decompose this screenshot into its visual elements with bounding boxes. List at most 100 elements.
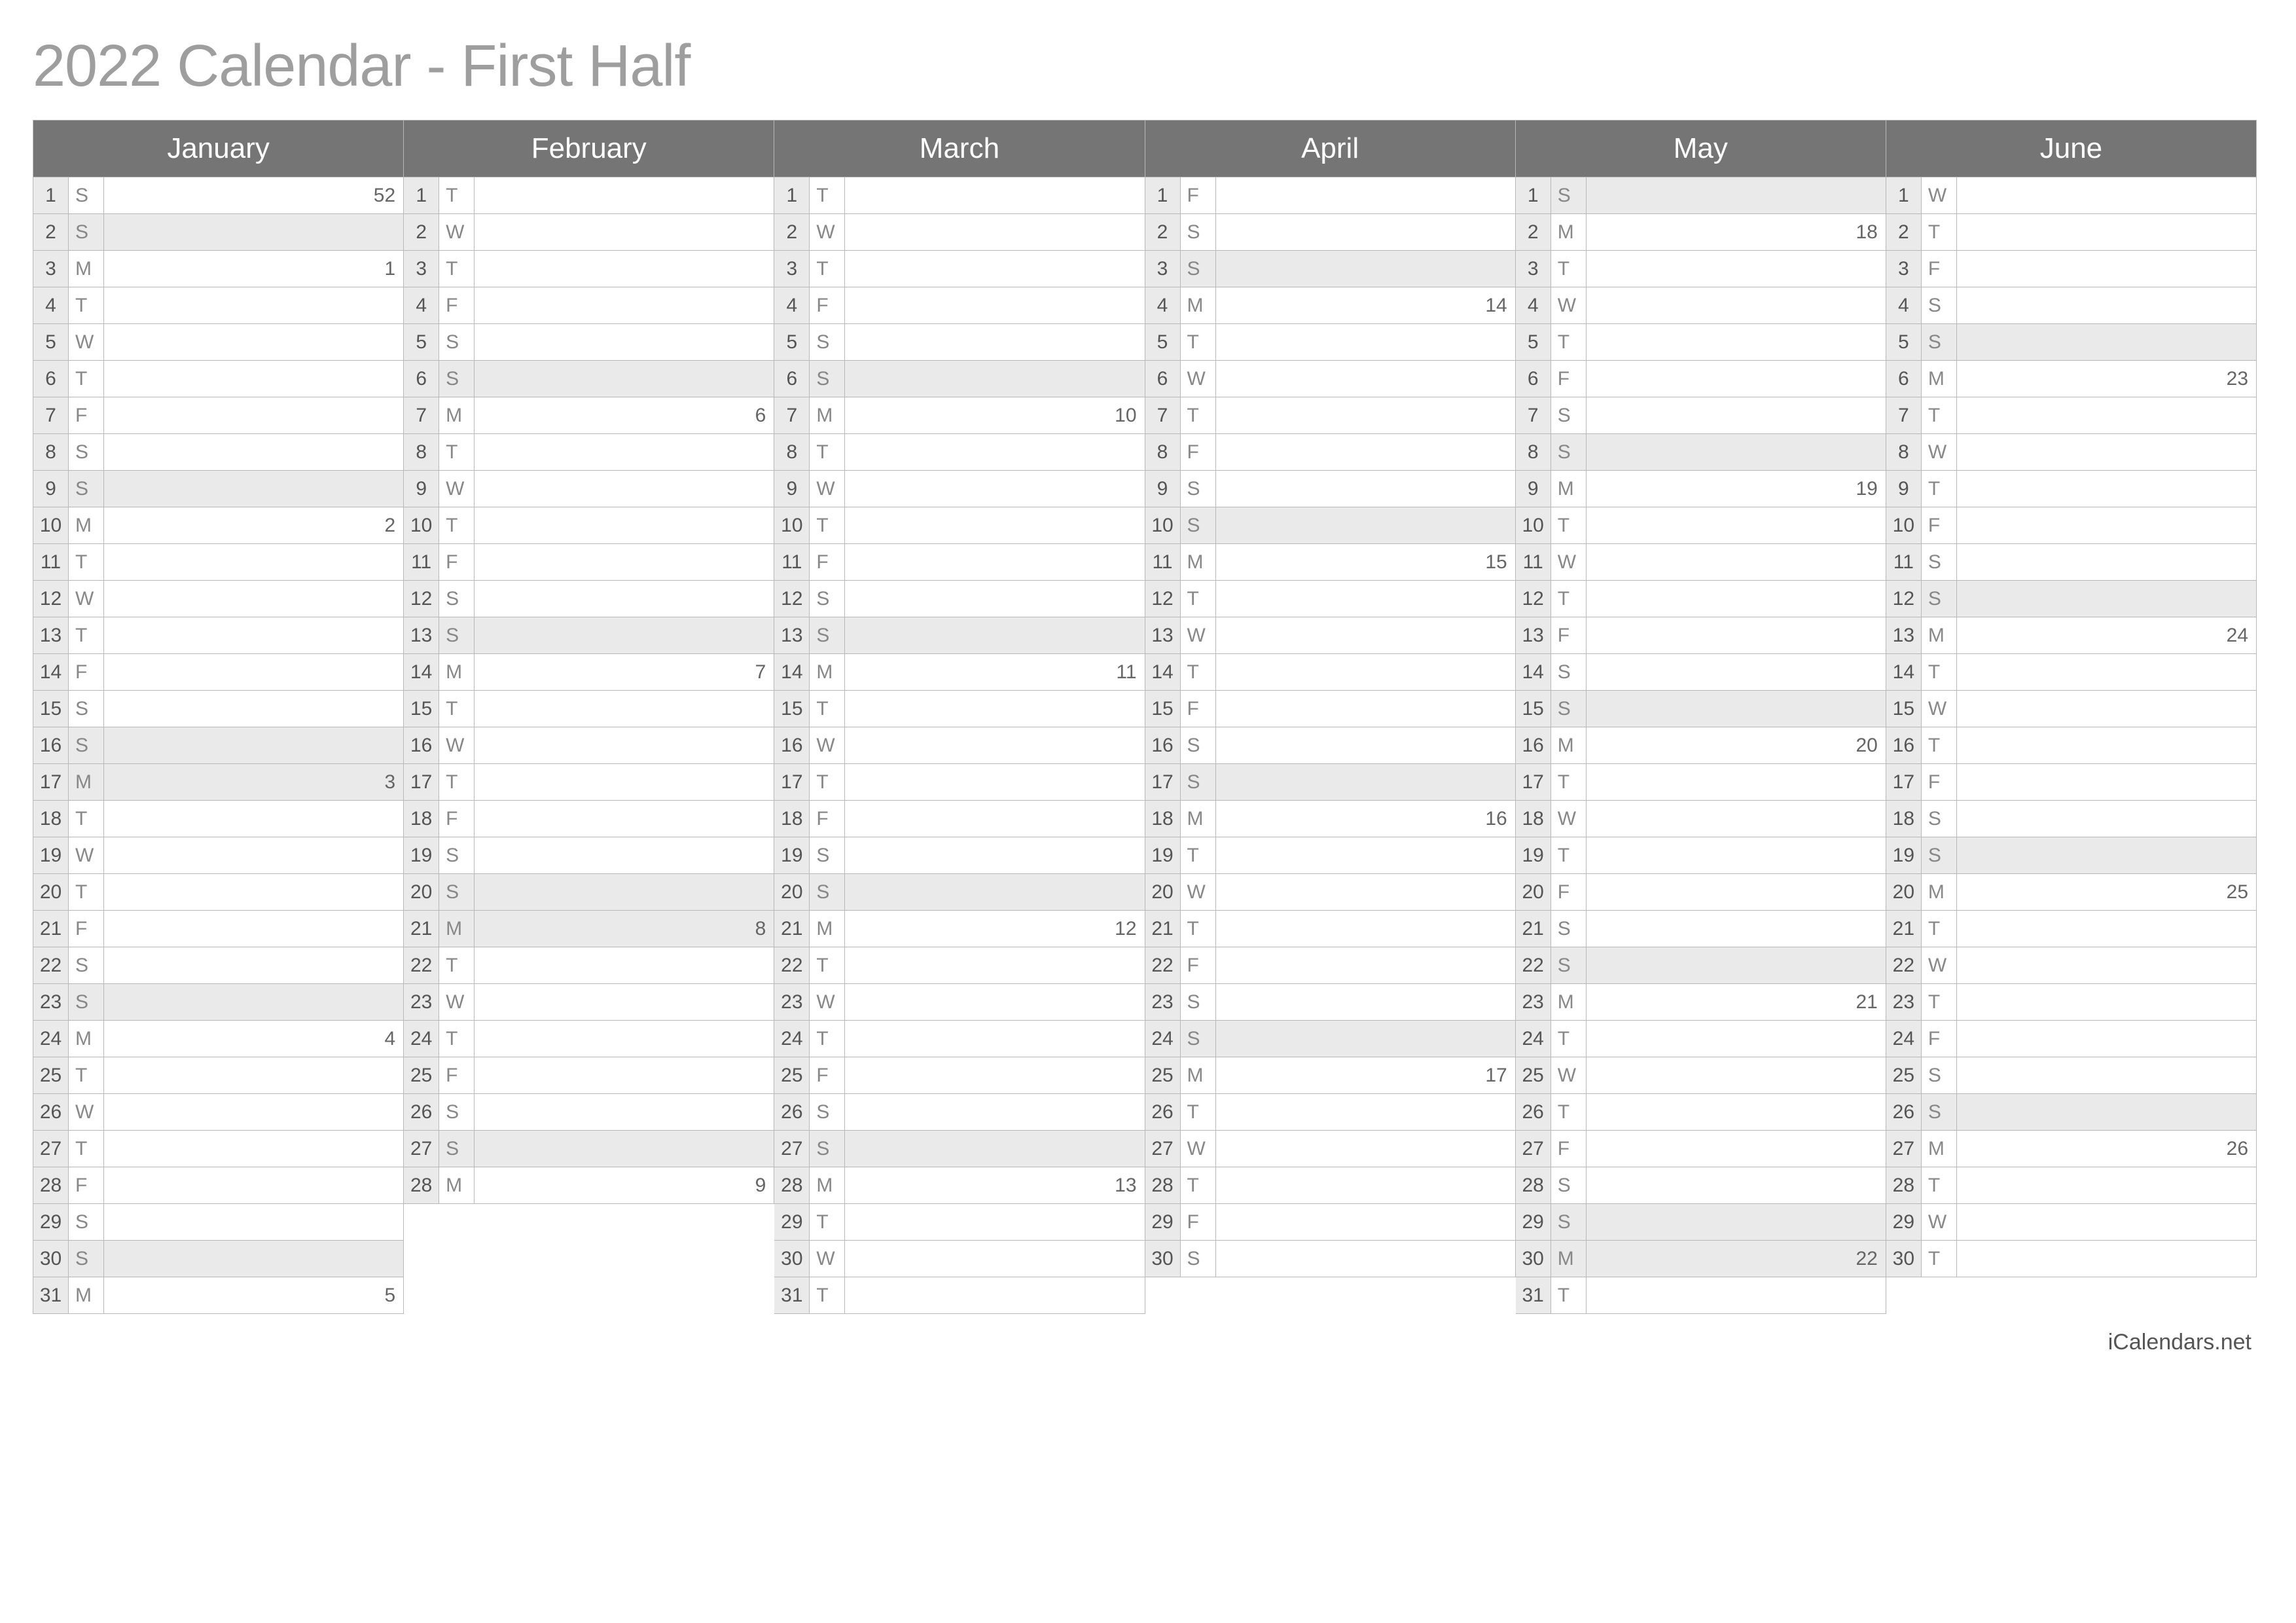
day-weekday: S	[1551, 911, 1587, 947]
day-row: 30W	[774, 1241, 1145, 1277]
day-weekday: W	[1181, 361, 1216, 397]
day-number: 11	[1145, 544, 1181, 580]
day-weekday: T	[1181, 324, 1216, 360]
day-row: 12S	[1886, 581, 2257, 617]
day-row: 22S	[33, 947, 404, 984]
day-weekday: S	[69, 984, 104, 1020]
day-row: 11W	[1516, 544, 1886, 581]
day-number: 24	[1516, 1021, 1551, 1057]
day-number: 28	[33, 1167, 69, 1203]
day-cell	[1587, 1021, 1886, 1057]
day-cell	[1587, 837, 1886, 873]
day-number: 13	[774, 617, 810, 653]
day-row: 8S	[33, 434, 404, 471]
day-cell	[1957, 214, 2256, 250]
day-number: 24	[1886, 1021, 1922, 1057]
day-cell: 2	[104, 507, 403, 543]
day-number: 10	[404, 507, 439, 543]
day-number: 18	[33, 801, 69, 837]
day-row: 26S	[404, 1094, 774, 1131]
day-weekday: F	[810, 287, 845, 323]
day-number: 12	[1516, 581, 1551, 617]
day-number: 21	[33, 911, 69, 947]
day-row: 3S	[1145, 251, 1516, 287]
day-row: 21M12	[774, 911, 1145, 947]
day-weekday: F	[1181, 177, 1216, 213]
day-number: 20	[1516, 874, 1551, 910]
day-number: 18	[404, 801, 439, 837]
day-row: 16T	[1886, 727, 2257, 764]
day-number: 7	[1145, 397, 1181, 433]
day-cell	[1587, 324, 1886, 360]
day-number: 28	[1145, 1167, 1181, 1203]
day-weekday: M	[1922, 1131, 1957, 1167]
day-cell	[1957, 507, 2256, 543]
day-row: 7M6	[404, 397, 774, 434]
day-cell	[104, 434, 403, 470]
day-row: 27F	[1516, 1131, 1886, 1167]
day-number: 3	[1886, 251, 1922, 287]
day-weekday: S	[810, 581, 845, 617]
day-cell	[845, 214, 1144, 250]
day-weekday: S	[1551, 1204, 1587, 1240]
day-row: 16S	[1145, 727, 1516, 764]
calendar-grid: January1S522S3M14T5W6T7F8S9S10M211T12W13…	[33, 120, 2257, 1314]
day-cell	[1216, 1021, 1515, 1057]
day-cell	[845, 1094, 1144, 1130]
day-row: 8T	[404, 434, 774, 471]
day-row: 19S	[404, 837, 774, 874]
day-number: 5	[1145, 324, 1181, 360]
day-weekday: T	[1551, 1094, 1587, 1130]
day-weekday: T	[810, 1277, 845, 1313]
day-weekday: S	[69, 691, 104, 727]
day-row: 2S	[1145, 214, 1516, 251]
day-weekday: T	[1181, 1094, 1216, 1130]
day-weekday: F	[1551, 617, 1587, 653]
day-row: 27T	[33, 1131, 404, 1167]
day-cell	[1957, 691, 2256, 727]
day-weekday: S	[1922, 1057, 1957, 1093]
day-number: 23	[1516, 984, 1551, 1020]
day-cell: 12	[845, 911, 1144, 947]
day-number: 5	[1886, 324, 1922, 360]
day-number: 20	[404, 874, 439, 910]
day-weekday: M	[69, 507, 104, 543]
day-number: 8	[1145, 434, 1181, 470]
day-cell	[845, 434, 1144, 470]
day-cell	[845, 617, 1144, 653]
day-number: 23	[404, 984, 439, 1020]
day-weekday: M	[1551, 1241, 1587, 1277]
day-weekday: F	[1551, 361, 1587, 397]
day-row: 24M4	[33, 1021, 404, 1057]
day-row: 22F	[1145, 947, 1516, 984]
day-number: 5	[404, 324, 439, 360]
day-row: 9W	[774, 471, 1145, 507]
day-row: 13F	[1516, 617, 1886, 654]
day-weekday: S	[1181, 471, 1216, 507]
day-number: 21	[404, 911, 439, 947]
day-cell	[1216, 361, 1515, 397]
day-weekday: W	[69, 324, 104, 360]
day-row: 11M15	[1145, 544, 1516, 581]
day-weekday: M	[1551, 471, 1587, 507]
day-number: 1	[33, 177, 69, 213]
day-weekday: S	[1922, 1094, 1957, 1130]
day-row: 23W	[404, 984, 774, 1021]
day-number: 17	[404, 764, 439, 800]
day-row: 18F	[404, 801, 774, 837]
day-weekday: M	[69, 764, 104, 800]
day-weekday: W	[1551, 544, 1587, 580]
day-weekday: F	[439, 287, 475, 323]
day-row: 3T	[404, 251, 774, 287]
day-cell	[1587, 1094, 1886, 1130]
day-cell	[1957, 251, 2256, 287]
day-weekday: T	[439, 1021, 475, 1057]
day-cell	[104, 984, 403, 1020]
day-cell	[1587, 947, 1886, 983]
day-cell	[1957, 1241, 2256, 1277]
day-cell	[475, 544, 774, 580]
day-cell	[104, 214, 403, 250]
day-weekday: T	[439, 691, 475, 727]
day-row: 21T	[1145, 911, 1516, 947]
day-row: 4F	[774, 287, 1145, 324]
